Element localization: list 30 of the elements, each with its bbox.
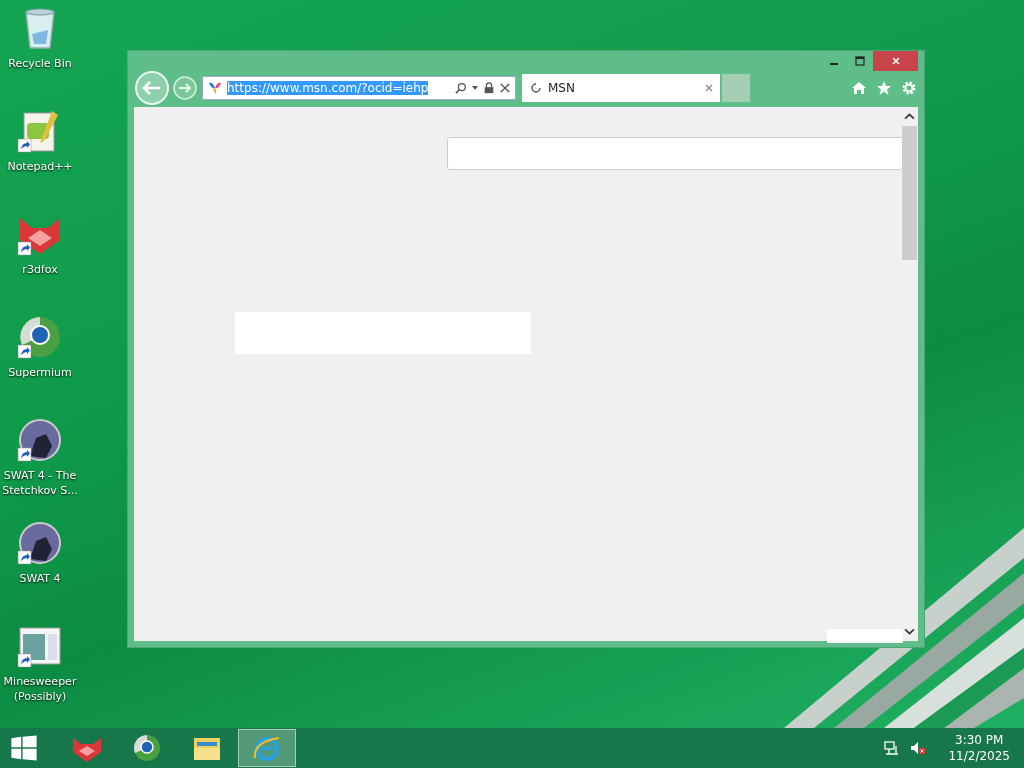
icon-label: Minesweeper (Possibly) [2, 674, 78, 704]
browser-tab[interactable]: MSN [522, 74, 720, 102]
volume-icon[interactable] [910, 740, 927, 756]
scroll-up-icon[interactable] [904, 111, 915, 122]
icon-label: Notepad++ [6, 159, 74, 174]
dropdown-icon[interactable] [471, 84, 479, 92]
url-text: https://www.msn.com/?ocid=iehp [227, 81, 429, 95]
maximize-icon [855, 56, 865, 66]
lock-icon[interactable] [483, 82, 495, 94]
icon-label: Recycle Bin [7, 56, 73, 71]
icon-label: SWAT 4 [18, 571, 62, 586]
scroll-thumb[interactable] [902, 126, 917, 260]
network-icon[interactable] [884, 740, 901, 756]
start-button[interactable] [10, 734, 38, 762]
clock-date[interactable]: 11/2/2025 [948, 748, 1010, 764]
app-icon [131, 732, 163, 764]
clock-time[interactable]: 3:30 PM [955, 732, 1004, 748]
scroll-down-icon[interactable] [904, 626, 915, 637]
search-icon[interactable] [455, 82, 467, 94]
close-tab-icon[interactable] [704, 83, 714, 93]
icon-label: r3dfox [21, 262, 59, 277]
address-bar[interactable]: https://www.msn.com/?ocid=iehp [202, 76, 516, 100]
app-icon[interactable] [16, 519, 64, 567]
stop-icon[interactable] [499, 82, 511, 94]
minimize-icon [830, 63, 838, 65]
icon-label: Supermium [7, 365, 73, 380]
app-icon[interactable] [16, 416, 64, 464]
close-icon [890, 56, 901, 66]
icon-label: SWAT 4 - The Stetchkov S... [1, 468, 79, 498]
site-icon [207, 80, 223, 96]
